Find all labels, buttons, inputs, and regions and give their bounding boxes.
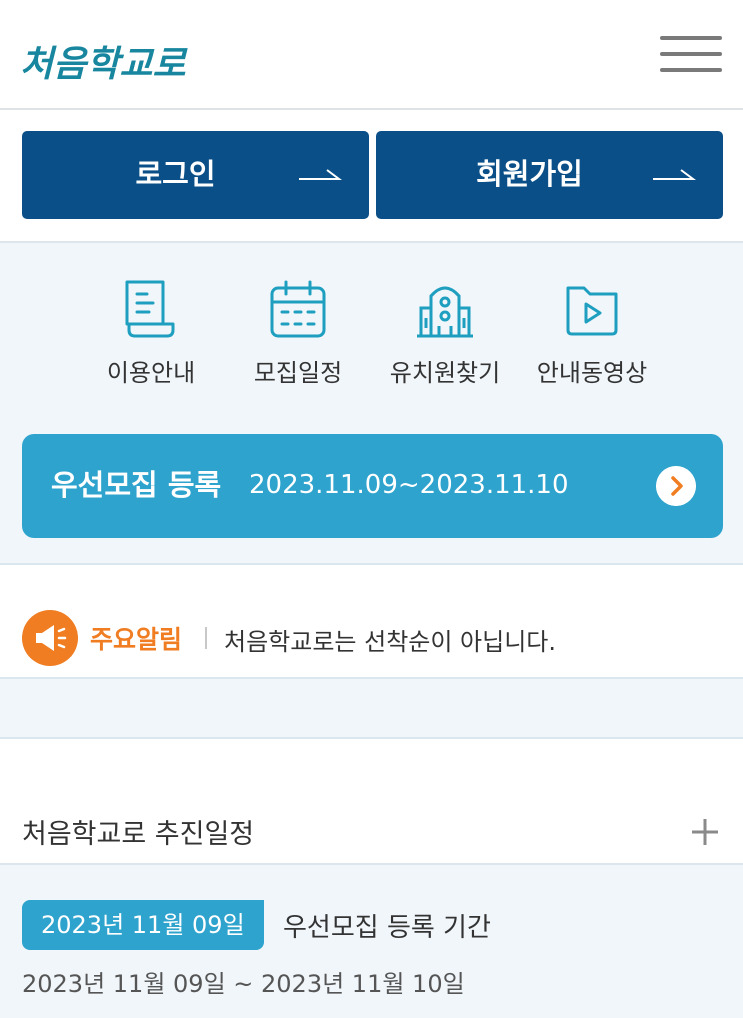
banner-date-range: 2023.11.09~2023.11.10 [249, 470, 569, 500]
schedule-date-badge: 2023년 11월 09일 [22, 900, 264, 950]
notice-divider [205, 627, 207, 649]
schedule-item[interactable]: 2023년 11월 09일 우선모집 등록 기간 2023년 11월 09일 ~… [0, 865, 743, 1018]
quick-item-usage-guide[interactable]: 이용안내 [76, 273, 226, 393]
plus-icon[interactable] [690, 817, 720, 847]
section-spacer [0, 679, 743, 739]
schedule-header: 처음학교로 추진일정 [0, 739, 743, 865]
logo[interactable]: 처음학교로 [20, 28, 200, 92]
quick-menu-section: 이용안내 모집일정 유치원찾기 안내동영상 우선모집 등록 2023.11.09… [0, 243, 743, 565]
calendar-icon [270, 280, 326, 338]
schedule-title: 처음학교로 추진일정 [22, 819, 255, 850]
quick-item-guide-video[interactable]: 안내동영상 [517, 273, 667, 393]
quick-item-schedule[interactable]: 모집일정 [223, 273, 373, 393]
notice-tag: 주요알림 [90, 625, 183, 654]
arrow-right-icon [653, 169, 696, 180]
schedule-item-range: 2023년 11월 09일 ~ 2023년 11월 10일 [22, 970, 465, 998]
quick-item-label: 이용안내 [106, 359, 196, 387]
building-icon [417, 286, 473, 338]
arrow-right-icon [299, 169, 342, 180]
document-guide-icon [125, 280, 175, 338]
quick-item-label: 유치원찾기 [389, 359, 501, 387]
notice-text[interactable]: 처음학교로는 선착순이 아닙니다. [224, 622, 556, 657]
header: 처음학교로 [0, 0, 743, 110]
quick-item-label: 모집일정 [253, 359, 343, 387]
signup-button[interactable]: 회원가입 [376, 131, 723, 219]
login-button[interactable]: 로그인 [22, 131, 369, 219]
banner-title: 우선모집 등록 [51, 468, 222, 502]
chevron-right-icon [656, 466, 696, 506]
priority-recruitment-banner[interactable]: 우선모집 등록 2023.11.09~2023.11.10 [22, 434, 723, 538]
video-play-icon [566, 286, 618, 336]
notice-bar: 주요알림 처음학교로는 선착순이 아닙니다. [0, 565, 743, 679]
schedule-item-name: 우선모집 등록 기간 [283, 913, 491, 943]
hamburger-menu-icon[interactable] [660, 36, 722, 76]
auth-buttons: 로그인 회원가입 [0, 110, 743, 243]
logo-text: 처음학교로 [20, 43, 188, 85]
quick-item-label: 안내동영상 [536, 359, 648, 387]
megaphone-icon [22, 610, 78, 666]
quick-item-find-kindergarten[interactable]: 유치원찾기 [370, 273, 520, 393]
